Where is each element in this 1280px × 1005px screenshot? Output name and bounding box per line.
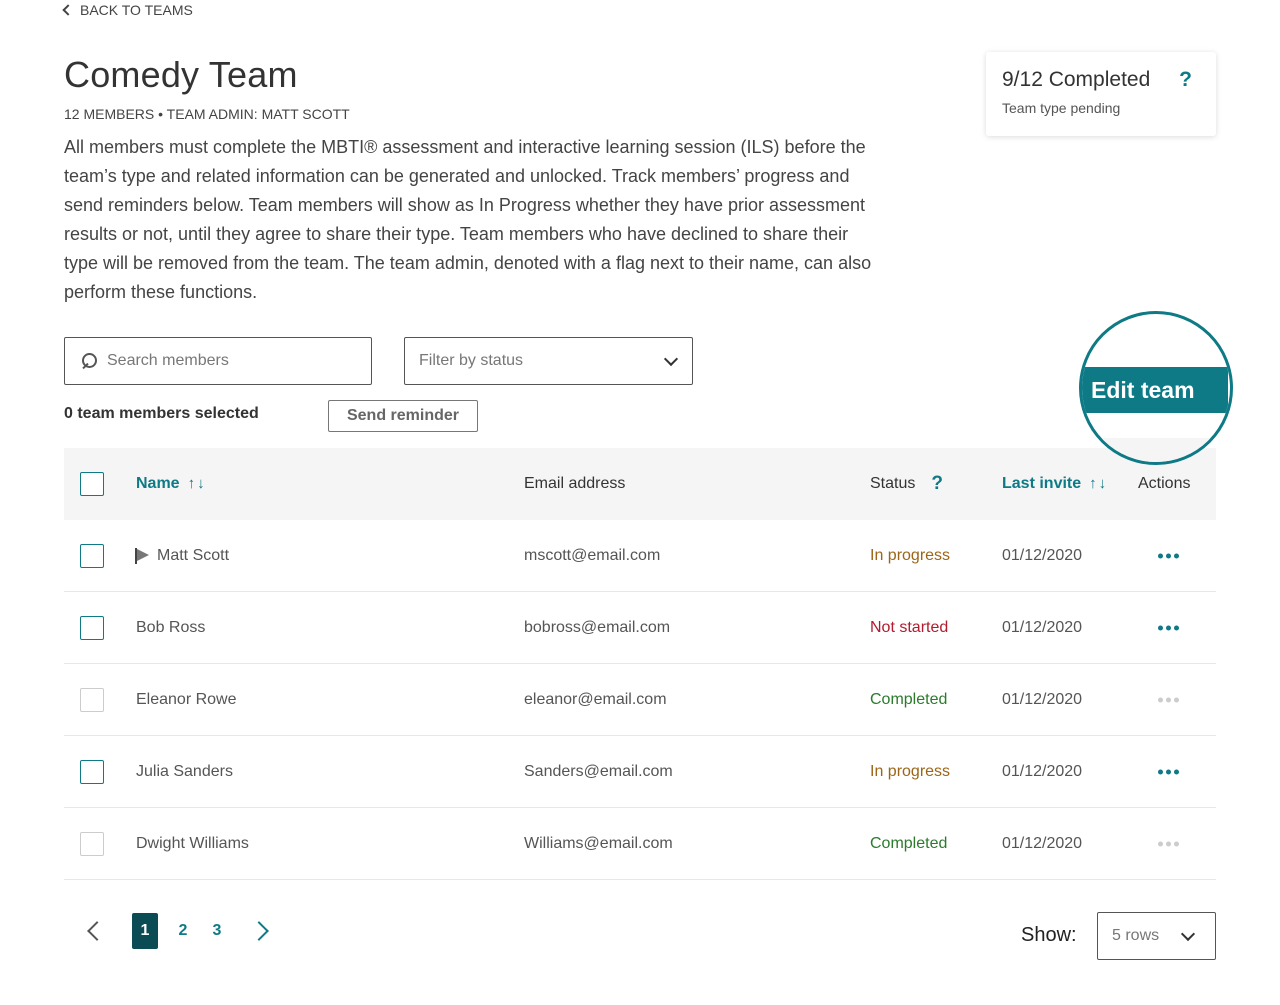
back-to-teams-label: BACK TO TEAMS bbox=[80, 2, 193, 18]
more-actions-icon bbox=[1158, 697, 1179, 702]
member-status: Not started bbox=[870, 618, 949, 636]
member-email: mscott@email.com bbox=[524, 546, 661, 564]
member-email: Sanders@email.com bbox=[524, 762, 673, 780]
chevron-right-icon[interactable] bbox=[249, 921, 269, 941]
rows-per-page-value: 5 rows bbox=[1112, 927, 1160, 944]
back-to-teams-link[interactable]: BACK TO TEAMS bbox=[62, 0, 193, 20]
name-column-header[interactable]: Name ↑ ↓ bbox=[136, 475, 205, 493]
table-row: Eleanor Rowe eleanor@email.com Completed… bbox=[64, 664, 1216, 736]
completion-summary-card: 9/12 Completed ? Team type pending bbox=[986, 52, 1216, 136]
sort-icon: ↑ ↓ bbox=[187, 475, 205, 492]
member-status: Completed bbox=[870, 690, 948, 708]
pagination: 1 2 3 bbox=[80, 912, 269, 950]
team-description: All members must complete the MBTI® asse… bbox=[64, 137, 872, 302]
row-checkbox[interactable] bbox=[80, 759, 104, 784]
search-input[interactable] bbox=[107, 352, 347, 370]
admin-flag-icon bbox=[135, 547, 149, 564]
edit-team-button[interactable]: Edit team bbox=[1082, 367, 1228, 413]
member-email: eleanor@email.com bbox=[524, 690, 667, 708]
table-header: Name ↑ ↓ Email address Status ? Last invi… bbox=[64, 448, 1216, 520]
sort-icon: ↑ ↓ bbox=[1089, 475, 1107, 492]
row-checkbox bbox=[80, 687, 104, 712]
status-filter-select[interactable]: Filter by status bbox=[404, 337, 693, 385]
last-invite-column-header[interactable]: Last invite ↑ ↓ bbox=[1002, 475, 1106, 493]
rows-per-page-select[interactable]: 5 rows bbox=[1097, 912, 1216, 960]
member-status: Completed bbox=[870, 834, 948, 852]
member-name: Bob Ross bbox=[136, 618, 206, 636]
chevron-down-icon bbox=[663, 351, 679, 366]
name-header-label: Name bbox=[136, 475, 180, 492]
search-icon bbox=[81, 353, 97, 369]
send-reminder-button[interactable]: Send reminder bbox=[328, 400, 478, 432]
last-invite-date: 01/12/2020 bbox=[1002, 834, 1083, 852]
rows-per-page-label: Show: bbox=[1021, 924, 1077, 946]
table-row: Julia Sanders Sanders@email.com In progr… bbox=[64, 736, 1216, 808]
member-name: Dwight Williams bbox=[136, 834, 249, 852]
more-actions-icon bbox=[1158, 841, 1179, 846]
chevron-left-icon bbox=[62, 4, 74, 16]
row-checkbox[interactable] bbox=[80, 543, 104, 568]
table-row: Dwight Williams Williams@email.com Compl… bbox=[64, 808, 1216, 880]
search-members-field[interactable] bbox=[64, 337, 372, 385]
member-name: Eleanor Rowe bbox=[136, 690, 237, 708]
team-meta: 12 MEMBERS • TEAM ADMIN: MATT SCOTT bbox=[64, 106, 350, 122]
member-email: bobross@email.com bbox=[524, 618, 671, 636]
status-column-header: Status ? bbox=[870, 473, 943, 495]
more-actions-icon[interactable] bbox=[1158, 769, 1179, 774]
status-help-icon[interactable]: ? bbox=[931, 473, 943, 495]
help-icon[interactable]: ? bbox=[1179, 68, 1192, 92]
status-header-label: Status bbox=[870, 475, 916, 492]
edit-team-highlight: Edit team bbox=[1079, 311, 1233, 465]
status-filter-placeholder: Filter by status bbox=[419, 352, 524, 369]
select-all-checkbox[interactable] bbox=[80, 472, 104, 496]
page-title: Comedy Team bbox=[64, 54, 298, 95]
page-1-button[interactable]: 1 bbox=[132, 913, 158, 949]
last-invite-date: 01/12/2020 bbox=[1002, 546, 1083, 564]
more-actions-icon[interactable] bbox=[1158, 625, 1179, 630]
selected-members-count: 0 team members selected bbox=[64, 405, 259, 422]
chevron-left-icon[interactable] bbox=[87, 921, 107, 941]
row-checkbox[interactable] bbox=[80, 615, 104, 640]
member-email: Williams@email.com bbox=[524, 834, 673, 852]
page-2-button[interactable]: 2 bbox=[166, 922, 200, 940]
member-name: Julia Sanders bbox=[136, 762, 233, 780]
email-column-header: Email address bbox=[524, 475, 626, 492]
row-checkbox bbox=[80, 831, 104, 856]
chevron-down-icon bbox=[1180, 926, 1196, 941]
last-invite-date: 01/12/2020 bbox=[1002, 618, 1083, 636]
actions-column-header: Actions bbox=[1138, 475, 1191, 492]
member-status: In progress bbox=[870, 546, 951, 564]
more-actions-icon[interactable] bbox=[1158, 553, 1179, 558]
member-name: Matt Scott bbox=[157, 546, 230, 564]
last-invite-header-label: Last invite bbox=[1002, 475, 1082, 492]
table-row: Bob Ross bobross@email.com Not started 0… bbox=[64, 592, 1216, 664]
members-table: Name ↑ ↓ Email address Status ? Last invi… bbox=[64, 448, 1216, 880]
last-invite-date: 01/12/2020 bbox=[1002, 762, 1083, 780]
last-invite-date: 01/12/2020 bbox=[1002, 690, 1083, 708]
member-status: In progress bbox=[870, 762, 951, 780]
table-row: Matt Scott mscott@email.com In progress … bbox=[64, 520, 1216, 592]
page-3-button[interactable]: 3 bbox=[200, 922, 234, 940]
completion-count: 9/12 Completed bbox=[1002, 68, 1151, 91]
team-type-status: Team type pending bbox=[1002, 100, 1121, 116]
